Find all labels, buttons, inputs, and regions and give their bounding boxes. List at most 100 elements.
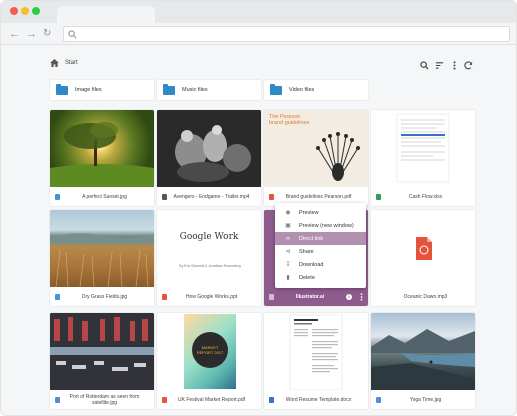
file-card[interactable]: MARKET REPORT 2017 UK Festival Market Re… — [157, 313, 261, 409]
file-name: Oceanic Dawn.mp3 — [403, 293, 448, 300]
breadcrumb-start[interactable]: Start — [65, 60, 78, 66]
address-bar[interactable] — [63, 26, 510, 42]
file-thumbnail-resume — [264, 313, 368, 390]
home-icon — [50, 59, 59, 67]
browser-nav-bar: ← → ↻ — [1, 23, 516, 45]
context-menu: ◉ Preview ▣ Preview (new window) ∞ Direc… — [275, 203, 366, 288]
sort-button[interactable] — [433, 59, 445, 71]
file-name: Port of Rotterdam as seen from satellite… — [69, 393, 140, 406]
file-thumbnail-rotterdam — [50, 313, 154, 390]
menu-item-label: Share — [299, 248, 314, 255]
title-bar — [1, 1, 516, 23]
file-caption: Oceanic Dawn.mp3 — [371, 287, 475, 306]
search-icon — [419, 60, 429, 70]
more-vertical-icon — [453, 60, 455, 70]
menu-item-preview[interactable]: ◉ Preview — [275, 206, 366, 219]
document-preview — [289, 314, 343, 390]
more-options-button[interactable] — [448, 59, 460, 71]
file-card[interactable]: Port of Rotterdam as seen from satellite… — [50, 313, 154, 409]
search-button[interactable] — [418, 59, 430, 71]
info-icon[interactable]: i — [346, 293, 352, 300]
menu-item-label: Direct link — [299, 235, 324, 242]
file-card[interactable]: Google Work By Eric Schmidt & Jonathan R… — [157, 210, 261, 306]
menu-item-delete[interactable]: ▮ Delete — [275, 271, 366, 284]
file-caption: Illustrator.ai i — [264, 287, 368, 306]
file-thumbnail-audio — [371, 210, 475, 287]
file-name: How Google Works.ppt — [185, 293, 238, 300]
file-card[interactable]: Avengers - Endgame - Trailer.mp4 — [157, 110, 261, 206]
close-window-button[interactable] — [10, 7, 18, 15]
window-icon: ▣ — [285, 223, 291, 229]
share-icon: ⊲ — [285, 249, 291, 255]
file-card[interactable]: Cash Flow.xlsx — [371, 110, 475, 206]
menu-item-download[interactable]: ↧ Download — [275, 258, 366, 271]
file-card[interactable]: Oceanic Dawn.mp3 — [371, 210, 475, 306]
file-caption: UK Festival Market Report.pdf — [157, 390, 261, 409]
menu-item-label: Preview (new window) — [299, 222, 354, 229]
menu-item-label: Download — [299, 261, 324, 268]
file-card[interactable]: Dry Grass Fields.jpg — [50, 210, 154, 306]
file-name: Illustrator.ai — [295, 293, 325, 300]
file-name: Word Resume Template.docx — [285, 396, 352, 403]
file-caption: Yoga Time.jpg — [371, 390, 475, 409]
reload-icon[interactable]: ↻ — [43, 27, 51, 41]
grass-field-image — [50, 233, 154, 287]
file-thumbnail-google-work: Google Work By Eric Schmidt & Jonathan R… — [157, 210, 261, 287]
browser-window: ← → ↻ Start Image files Music files Vide… — [0, 0, 517, 416]
back-arrow-icon[interactable]: ← — [9, 27, 20, 41]
google-work-subtitle: By Eric Schmidt & Jonathan Rosenberg — [179, 264, 241, 268]
folder-label: Music files — [182, 87, 208, 93]
forward-arrow-icon[interactable]: → — [26, 27, 37, 41]
menu-item-preview-new-window[interactable]: ▣ Preview (new window) — [275, 219, 366, 232]
file-name: Yoga Time.jpg — [409, 396, 442, 403]
file-thumbnail-cashflow — [371, 110, 475, 187]
download-icon: ↧ — [285, 262, 291, 268]
menu-item-share[interactable]: ⊲ Share — [275, 245, 366, 258]
maximize-window-button[interactable] — [32, 7, 40, 15]
sort-icon — [435, 61, 443, 69]
movie-still-image — [157, 110, 261, 187]
folder-music-files[interactable]: Music files — [157, 80, 261, 100]
file-caption: Cash Flow.xlsx — [371, 187, 475, 206]
file-caption: Avengers - Endgame - Trailer.mp4 — [157, 187, 261, 206]
report-cover: MARKET REPORT 2017 — [184, 314, 236, 389]
file-thumbnail-pearson: The Pearson brand guidelines — [264, 110, 368, 187]
file-name: Cash Flow.xlsx — [408, 193, 443, 200]
folder-label: Video files — [289, 87, 315, 93]
file-thumbnail-dry-grass — [50, 210, 154, 287]
menu-item-direct-link[interactable]: ∞ Direct link — [275, 232, 366, 245]
file-card[interactable]: The Pearson brand guidelines Brand guide… — [264, 110, 368, 206]
file-card[interactable]: Word Resume Template.docx — [264, 313, 368, 409]
folder-icon — [163, 83, 175, 95]
menu-item-label: Preview — [299, 209, 319, 216]
link-icon: ∞ — [285, 235, 291, 242]
folder-video-files[interactable]: Video files — [264, 80, 368, 100]
satellite-image — [50, 313, 154, 390]
file-thumbnail-market-report: MARKET REPORT 2017 — [157, 313, 261, 390]
file-name: Avengers - Endgame - Trailer.mp4 — [173, 193, 250, 200]
folder-icon — [56, 83, 68, 95]
report-cover-title: MARKET REPORT 2017 — [192, 332, 228, 368]
file-toolbar: Start — [50, 58, 480, 74]
more-vertical-icon[interactable] — [360, 292, 363, 301]
breadcrumb[interactable]: Start — [50, 59, 78, 67]
folder-icon — [270, 83, 282, 95]
file-thumbnail-avengers — [157, 110, 261, 187]
folder-image-files[interactable]: Image files — [50, 80, 154, 100]
browser-tab[interactable] — [57, 6, 155, 23]
file-name: Brand guidelines Pearson.pdf — [285, 193, 352, 200]
file-caption: Word Resume Template.docx — [264, 390, 368, 409]
file-name: UK Festival Market Report.pdf — [178, 396, 245, 403]
file-card[interactable]: Yoga Time.jpg — [371, 313, 475, 409]
minimize-window-button[interactable] — [21, 7, 29, 15]
google-work-title: Google Work — [179, 232, 239, 242]
file-card[interactable]: A perfect Sunset.jpg — [50, 110, 154, 206]
menu-item-label: Delete — [299, 274, 315, 281]
trash-icon: ▮ — [286, 275, 290, 281]
file-caption: A perfect Sunset.jpg — [50, 187, 154, 206]
file-caption: How Google Works.ppt — [157, 287, 261, 306]
tree-image — [50, 122, 154, 187]
file-thumbnail-yoga — [371, 313, 475, 390]
refresh-button[interactable] — [462, 59, 474, 71]
folder-label: Image files — [75, 87, 102, 93]
